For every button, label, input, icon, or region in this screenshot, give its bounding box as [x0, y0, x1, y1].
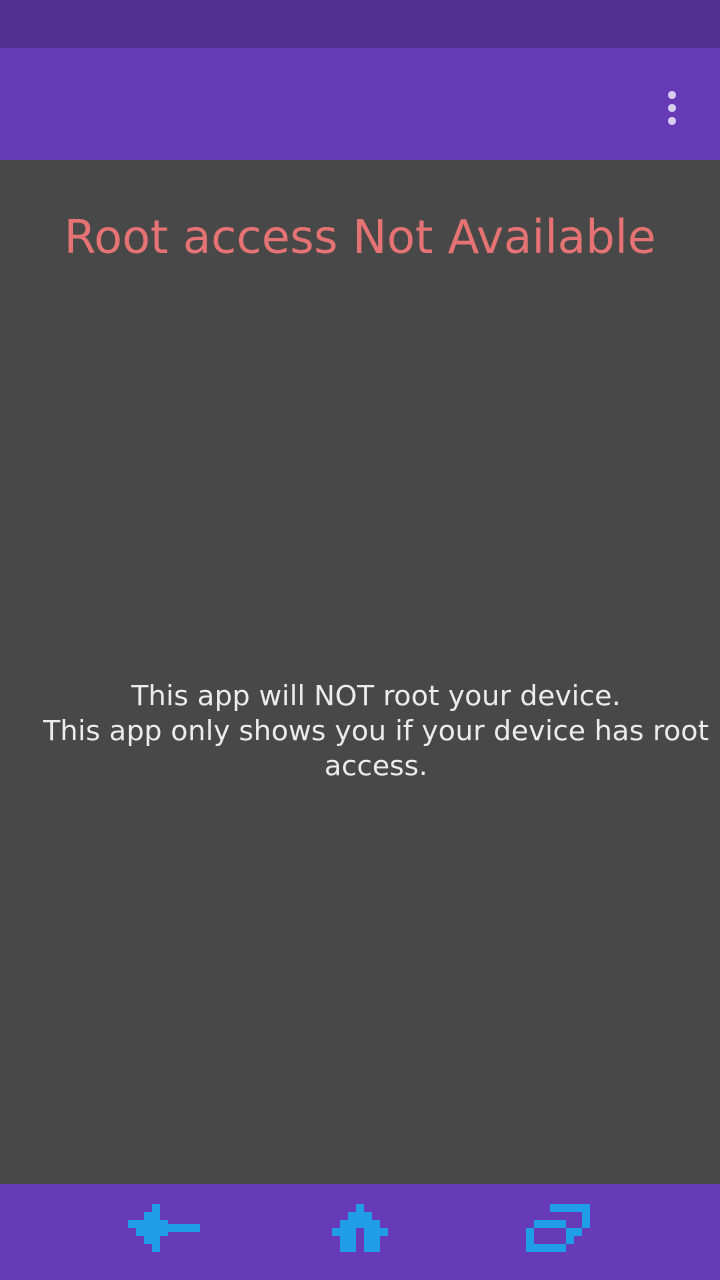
menu-dot — [668, 91, 676, 99]
back-arrow-icon — [128, 1204, 200, 1252]
recent-apps-button[interactable] — [526, 1202, 598, 1262]
app-bar — [0, 48, 720, 160]
menu-dot — [668, 117, 676, 125]
home-button[interactable] — [324, 1202, 396, 1262]
back-button[interactable] — [128, 1202, 200, 1262]
main-content: Root access Not Available This app will … — [0, 160, 720, 1184]
disclaimer-text: This app will NOT root your device. This… — [40, 678, 712, 783]
disclaimer-line-1: This app will NOT root your device. — [131, 679, 621, 712]
navigation-bar — [0, 1184, 720, 1280]
root-status-title: Root access Not Available — [64, 210, 656, 264]
status-bar — [0, 0, 720, 48]
recent-apps-icon — [526, 1204, 590, 1252]
disclaimer-line-2: This app only shows you if your device h… — [43, 714, 709, 782]
menu-dot — [668, 104, 676, 112]
more-vert-icon[interactable] — [648, 84, 696, 132]
home-icon — [332, 1204, 388, 1252]
